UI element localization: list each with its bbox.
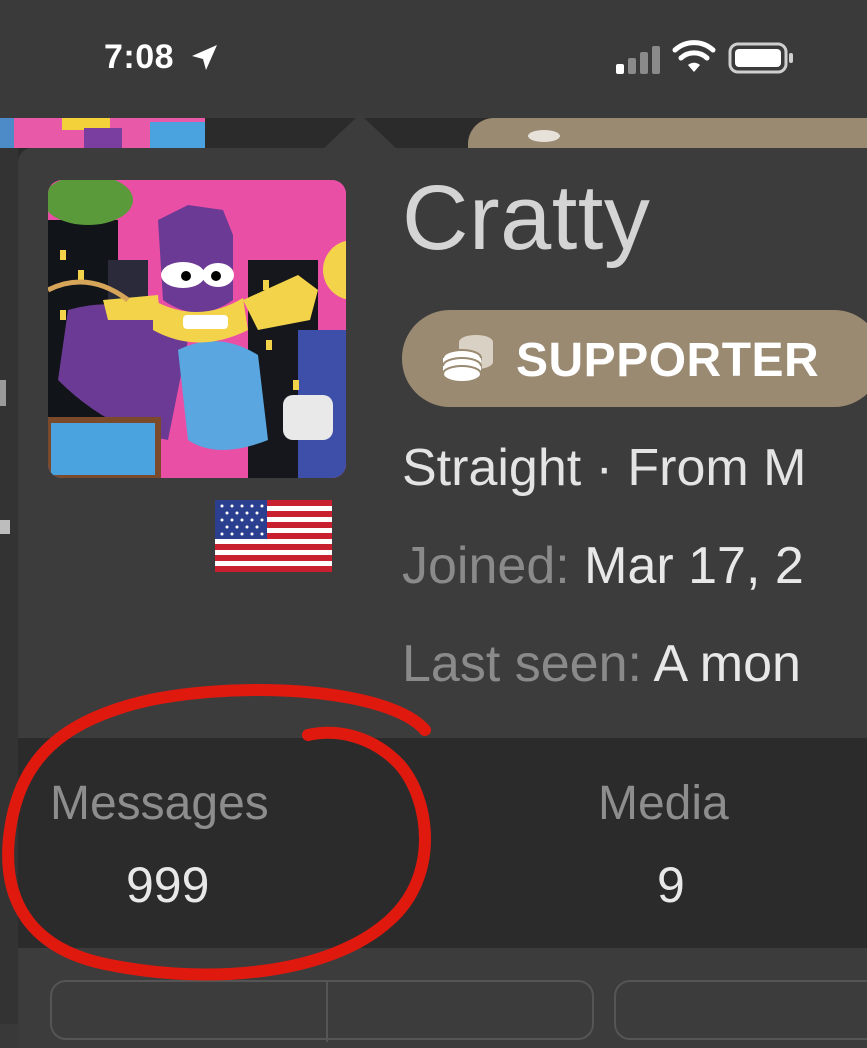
supporter-badge: SUPPORTER bbox=[402, 310, 867, 407]
last-seen-value: A mon bbox=[641, 635, 801, 693]
joined-row: Joined: Mar 17, 2 bbox=[402, 536, 804, 596]
us-flag-icon bbox=[215, 500, 332, 572]
action-button-group[interactable] bbox=[50, 980, 594, 1042]
media-stat-label[interactable]: Media bbox=[598, 776, 729, 831]
messages-stat-value[interactable]: 999 bbox=[126, 856, 209, 914]
last-seen-row: Last seen: A mon bbox=[402, 634, 801, 694]
status-bar: 7:08 bbox=[0, 0, 867, 118]
profile-username[interactable]: Cratty bbox=[402, 166, 650, 271]
supporter-badge-label: SUPPORTER bbox=[516, 334, 820, 387]
joined-label: Joined: bbox=[402, 537, 570, 595]
avatar[interactable] bbox=[48, 180, 346, 478]
joined-value: Mar 17, 2 bbox=[569, 537, 804, 595]
wifi-icon bbox=[672, 40, 716, 72]
last-seen-label: Last seen: bbox=[402, 635, 642, 693]
popover-arrow bbox=[322, 114, 398, 150]
messages-stat-label[interactable]: Messages bbox=[50, 776, 269, 831]
battery-icon bbox=[728, 42, 793, 74]
coin-stack-icon bbox=[442, 335, 493, 383]
cellular-signal-icon bbox=[616, 46, 660, 74]
background-side-column bbox=[0, 148, 18, 1024]
background-supporter-tab bbox=[468, 118, 867, 148]
profile-stats bbox=[18, 738, 867, 948]
button-divider bbox=[326, 982, 328, 1042]
location-arrow-icon bbox=[192, 45, 217, 70]
action-button[interactable] bbox=[614, 980, 867, 1040]
background-avatar-thumbnail bbox=[0, 118, 205, 148]
media-stat-value[interactable]: 9 bbox=[657, 856, 685, 914]
status-time: 7:08 bbox=[104, 38, 175, 76]
profile-info-line: Straight · From M bbox=[402, 439, 807, 497]
